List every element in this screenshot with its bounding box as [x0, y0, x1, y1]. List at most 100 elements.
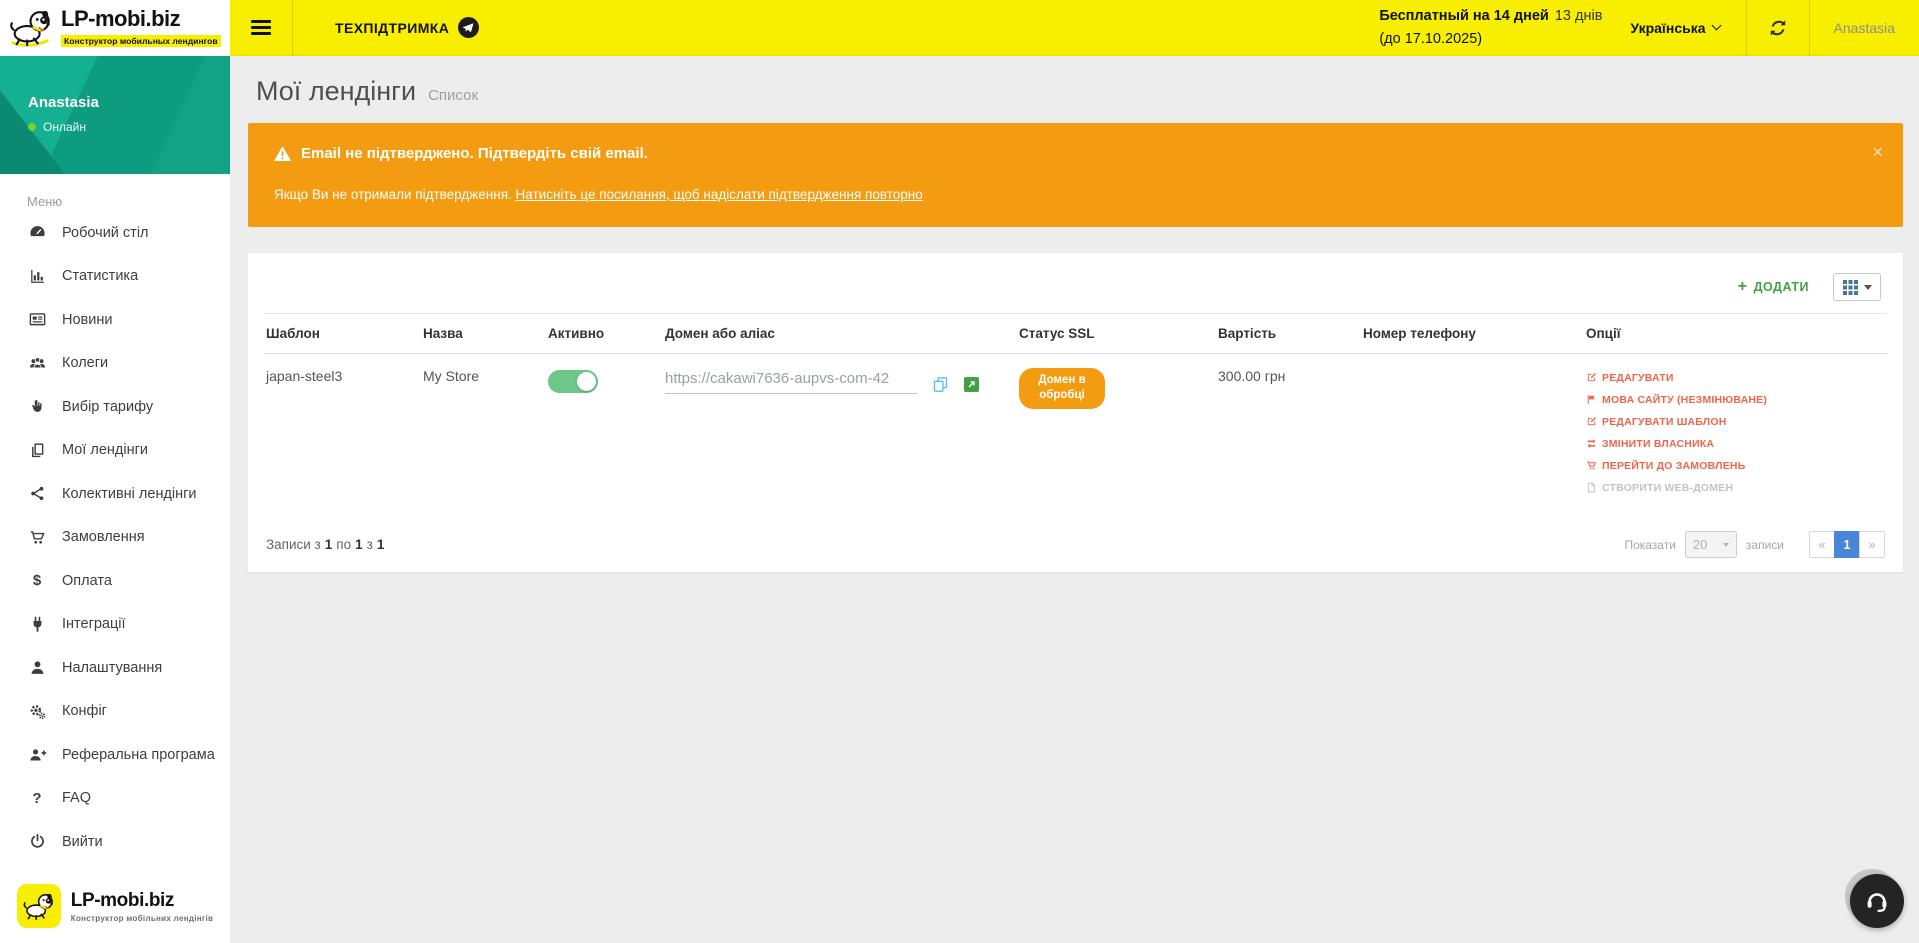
resend-confirmation-link[interactable]: Натисніть це посилання, щоб надіслати пі…: [516, 187, 923, 202]
pagination-zone: Показати 20 записи « 1 »: [1624, 531, 1885, 558]
column-header-price[interactable]: Вартість: [1216, 314, 1361, 354]
footer-logo-title: LP-mobi.biz: [71, 890, 213, 912]
active-toggle[interactable]: [548, 370, 598, 393]
language-selector[interactable]: Українська: [1630, 20, 1719, 36]
share-icon: [27, 484, 47, 503]
page-title: Мої лендінги: [256, 76, 416, 106]
sidebar-item-integrations[interactable]: Інтеграції: [0, 603, 230, 647]
cell-domain: [663, 354, 1017, 506]
user-plus-icon: [27, 745, 47, 764]
add-landing-button[interactable]: + ДОДАТИ: [1738, 279, 1809, 295]
page-size-select[interactable]: 20: [1685, 531, 1737, 558]
sidebar-user-name: Anastasia: [28, 94, 230, 111]
chevron-down-icon: [1864, 285, 1872, 290]
sidebar-footer-logo[interactable]: LP-mobi.biz Конструктор мобільних лендін…: [0, 869, 230, 943]
alert-title-row: Email не підтверджено. Підтвердіть свій …: [274, 145, 1877, 162]
open-landing-button[interactable]: [964, 377, 979, 392]
ssl-status-badge: Домен в обробці: [1019, 368, 1105, 409]
headset-icon: [1863, 887, 1891, 915]
column-header-active[interactable]: Активно: [546, 314, 663, 354]
sidebar-item-config[interactable]: Конфіг: [0, 690, 230, 734]
column-header-phone[interactable]: Номер телефону: [1361, 314, 1584, 354]
sidebar-item-label: FAQ: [62, 790, 91, 806]
sidebar-menu: Робочий стіл Статистика Новини Колеги Ви…: [0, 211, 230, 864]
gears-icon: [27, 702, 47, 721]
sidebar-item-label: Конфіг: [62, 703, 107, 719]
pager-prev-button[interactable]: «: [1809, 531, 1835, 558]
dashboard-icon: [27, 223, 47, 242]
column-header-ssl-status[interactable]: Статус SSL: [1017, 314, 1216, 354]
sidebar-user-card: Anastasia Онлайн: [0, 56, 230, 174]
bar-chart-icon: [27, 267, 47, 286]
refresh-button[interactable]: [1747, 0, 1809, 56]
sidebar-item-label: Налаштування: [62, 660, 162, 676]
column-header-name[interactable]: Назва: [421, 314, 546, 354]
trial-info: Бесплатный на 14 дней13 днів (до 17.10.2…: [1379, 5, 1602, 50]
sidebar-item-colleagues[interactable]: Колеги: [0, 342, 230, 386]
sidebar-item-settings[interactable]: Налаштування: [0, 646, 230, 690]
cart-icon: [1586, 460, 1597, 471]
sidebar-item-my-landings[interactable]: Мої лендінги: [0, 429, 230, 473]
grid-icon: [1843, 280, 1858, 295]
sidebar-item-label: Новини: [62, 312, 112, 328]
cell-ssl-status: Домен в обробці: [1017, 354, 1216, 506]
option-create-web-domain[interactable]: СТВОРИТИ WEB-ДОМЕН: [1586, 478, 1883, 497]
landings-table: Шаблон Назва Активно Домен або аліас Ста…: [264, 313, 1887, 505]
records-word-label: записи: [1746, 538, 1784, 552]
top-header: LP-mobi.biz Конструктор мобильных лендин…: [0, 0, 1919, 56]
option-edit-template[interactable]: РЕДАГУВАТИ ШАБЛОН: [1586, 412, 1883, 431]
pager: « 1 »: [1809, 531, 1885, 558]
pager-next-button[interactable]: »: [1859, 531, 1885, 558]
online-dot: [28, 123, 36, 131]
cell-price: 300.00 грн: [1216, 354, 1361, 506]
option-edit[interactable]: РЕДАГУВАТИ: [1586, 368, 1883, 387]
sidebar-item-payment[interactable]: $ Оплата: [0, 559, 230, 603]
chevron-down-icon: [1723, 543, 1729, 547]
cell-name: My Store: [421, 354, 546, 506]
support-link[interactable]: ТЕХПІДТРИМКА: [293, 17, 519, 38]
records-info: Записи з 1 по 1 з 1: [266, 537, 384, 552]
alert-body-row: Якщо Ви не отримали підтвердження. Натис…: [274, 187, 1877, 202]
logo-tagline: Конструктор мобильных лендингов: [61, 35, 221, 47]
logo-title: LP-mobi.biz: [61, 6, 180, 31]
support-chat-button[interactable]: [1850, 874, 1904, 928]
option-go-to-orders[interactable]: ПЕРЕЙТИ ДО ЗАМОВЛЕНЬ: [1586, 456, 1883, 475]
page-subtitle: Список: [428, 87, 478, 104]
newspaper-icon: [27, 310, 47, 329]
header-username[interactable]: Anastasia: [1810, 20, 1919, 36]
alert-body-text: Якщо Ви не отримали підтвердження.: [274, 187, 516, 202]
menu-toggle-button[interactable]: [230, 20, 292, 35]
warning-icon: [274, 146, 291, 161]
sidebar-item-collective-landings[interactable]: Колективні лендінги: [0, 472, 230, 516]
telegram-icon: [458, 17, 479, 38]
header-logo[interactable]: LP-mobi.biz Конструктор мобильных лендин…: [0, 0, 230, 56]
edit-icon: [1586, 372, 1597, 383]
column-header-template[interactable]: Шаблон: [264, 314, 421, 354]
alert-close-button[interactable]: ×: [1872, 143, 1883, 161]
table-view-button[interactable]: [1833, 273, 1881, 301]
power-icon: [27, 832, 47, 851]
domain-input[interactable]: [665, 368, 917, 394]
option-site-language[interactable]: МОВА САЙТУ (НЕЗМІНЮВАНЕ): [1586, 390, 1883, 409]
trial-plan-label: Бесплатный на 14 дней: [1379, 8, 1549, 24]
sidebar-user-status: Онлайн: [28, 120, 230, 134]
sidebar-item-referral[interactable]: Реферальна програма: [0, 733, 230, 777]
users-icon: [27, 354, 47, 373]
pager-page-1-button[interactable]: 1: [1834, 531, 1860, 558]
sidebar-item-tariff[interactable]: Вибір тарифу: [0, 385, 230, 429]
copy-domain-button[interactable]: [932, 376, 949, 393]
sidebar-item-orders[interactable]: Замовлення: [0, 516, 230, 560]
sidebar-item-logout[interactable]: Вийти: [0, 820, 230, 864]
sidebar-item-faq[interactable]: ? FAQ: [0, 777, 230, 821]
cell-active: [546, 354, 663, 506]
option-change-owner[interactable]: ЗМІНИТИ ВЛАСНИКА: [1586, 434, 1883, 453]
column-header-options[interactable]: Опції: [1584, 314, 1887, 354]
sidebar-item-label: Мої лендінги: [62, 442, 148, 458]
column-header-domain[interactable]: Домен або аліас: [663, 314, 1017, 354]
sidebar-item-label: Колеги: [62, 355, 108, 371]
sidebar-item-dashboard[interactable]: Робочий стіл: [0, 211, 230, 255]
cell-options: РЕДАГУВАТИ МОВА САЙТУ (НЕЗМІНЮВАНЕ) РЕДА…: [1584, 354, 1887, 506]
sidebar-item-news[interactable]: Новини: [0, 298, 230, 342]
sidebar-item-label: Колективні лендінги: [62, 486, 197, 502]
sidebar-item-statistics[interactable]: Статистика: [0, 255, 230, 299]
